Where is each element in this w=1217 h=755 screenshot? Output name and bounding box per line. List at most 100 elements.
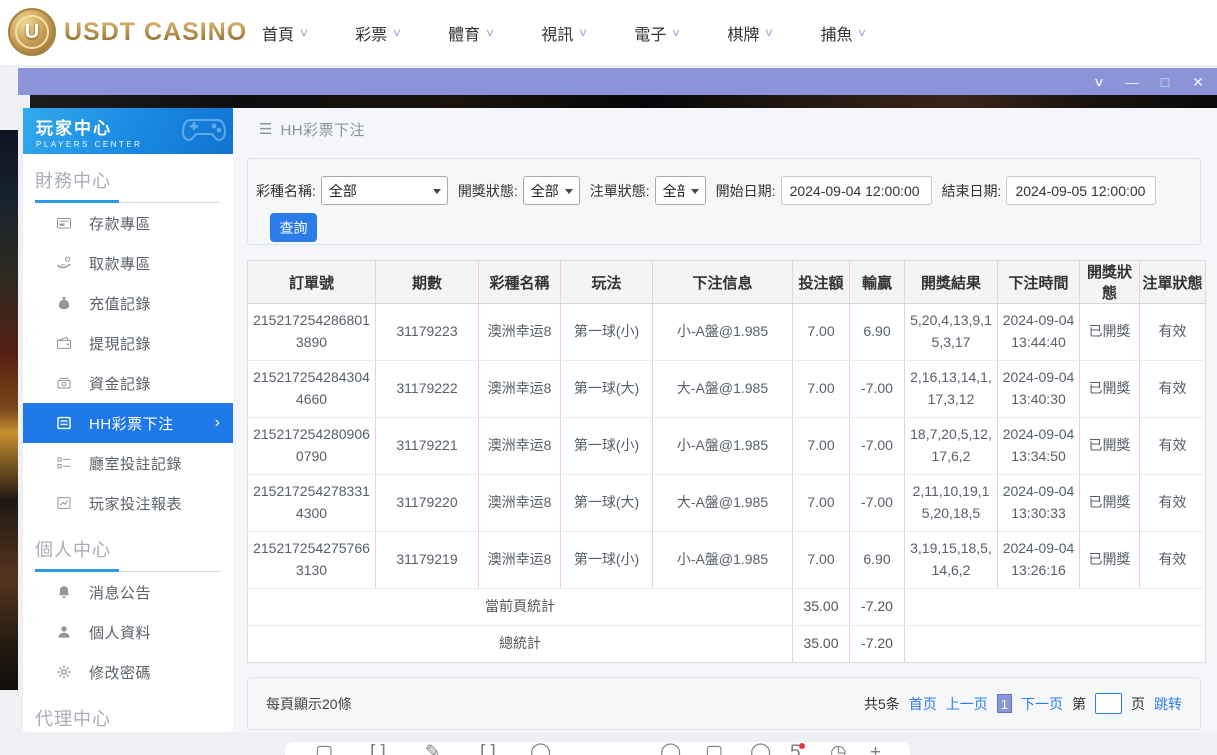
column-header: 下注時間 (998, 261, 1080, 304)
column-header: 下注信息 (653, 261, 793, 304)
order-status-select[interactable]: 全部 (655, 176, 706, 205)
page: U USDT CASINO 首頁∨彩票∨體育∨視訊∨電子∨棋牌∨捕魚∨ ∨ — … (0, 0, 1217, 755)
player-center-window: ∨ — □ ✕ 玩家中心 PLAYERS CENTER 財務中心存款專區取款專區… (18, 68, 1217, 732)
summary-label: 總統計 (248, 626, 793, 663)
table-row: 215217254284304466031179222澳洲幸运8第一球(大)大-… (248, 361, 1206, 418)
chevron-down-icon: ∨ (764, 26, 774, 39)
nav-item-label: 體育 (448, 21, 480, 45)
table-cell: 7.00 (793, 475, 850, 532)
filter-group-draw-status-select: 開獎狀態:全部 (458, 176, 580, 205)
section-label-agent-center[interactable]: 代理中心 (23, 692, 233, 732)
minimize-icon[interactable]: — (1125, 75, 1139, 89)
table-cell: 6.90 (850, 304, 905, 361)
table-cell: 已開獎 (1080, 361, 1140, 418)
table-cell: 31179221 (376, 418, 479, 475)
search-button[interactable]: 查詢 (270, 213, 317, 242)
breadcrumb: ☰ HH彩票下注 (247, 108, 1201, 150)
hamburger-menu-icon[interactable]: ☰ (259, 120, 272, 138)
sidebar-item-messages[interactable]: 消息公告 (23, 572, 233, 612)
column-header: 投注額 (793, 261, 850, 304)
lottery-name-select[interactable]: 全部 (321, 176, 448, 205)
sidebar-item-player-bet-report[interactable]: 玩家投注報表 (23, 483, 233, 523)
table-cell: -7.00 (850, 475, 905, 532)
sidebar-item-label: HH彩票下注 (89, 413, 174, 434)
next-page-link[interactable]: 下一页 (1021, 694, 1063, 714)
summary-win-total: -7.20 (850, 589, 905, 626)
sidebar-item-label: 存款專區 (89, 213, 151, 234)
nav-item-fishing[interactable]: 捕魚∨ (820, 21, 866, 45)
end-date-input[interactable] (1006, 176, 1156, 205)
table-cell: 澳洲幸运8 (479, 532, 561, 589)
logo-icon: U (8, 8, 56, 56)
window-icon[interactable]: ▢ (315, 740, 333, 755)
window-icon[interactable]: ▢ (705, 740, 723, 755)
sidebar-item-label: 資金記錄 (89, 373, 151, 394)
sidebar-item-change-password[interactable]: 修改密碼 (23, 652, 233, 692)
sidebar-item-profile[interactable]: 個人資料 (23, 612, 233, 652)
page-title: HH彩票下注 (280, 119, 365, 140)
table-cell: 31179222 (376, 361, 479, 418)
window-titlebar[interactable]: ∨ — □ ✕ (18, 68, 1217, 95)
page-size-label: 每頁顯示20條 (266, 694, 352, 714)
table-cell: 已開獎 (1080, 304, 1140, 361)
close-icon[interactable]: ✕ (1191, 75, 1205, 89)
sidebar-sections: 財務中心存款專區取款專區充值記錄提現記錄資金記錄 HH彩票下注›廳室投註記錄玩家投… (23, 154, 233, 732)
start-date-input[interactable] (781, 176, 932, 205)
deposit-icon (56, 215, 73, 232)
table-cell: 已開獎 (1080, 418, 1140, 475)
edit-icon[interactable]: ✎ (425, 740, 441, 755)
window-banner-image (30, 95, 1217, 108)
site-logo[interactable]: U USDT CASINO (8, 8, 247, 56)
nav-item-home[interactable]: 首頁∨ (262, 21, 308, 45)
sidebar-item-withdraw-zone[interactable]: 取款專區 (23, 243, 233, 283)
section-label-finance-center[interactable]: 財務中心 (23, 154, 233, 200)
table-cell: -7.00 (850, 361, 905, 418)
jump-button[interactable]: 跳转 (1154, 694, 1182, 714)
nav-item-lottery[interactable]: 彩票∨ (355, 21, 401, 45)
plus-icon[interactable]: + (870, 740, 881, 755)
brackets-icon[interactable]: [ ] (480, 740, 496, 755)
nav-item-sports[interactable]: 體育∨ (448, 21, 494, 45)
sidebar-item-deposit-zone[interactable]: 存款專區 (23, 203, 233, 243)
nav-item-label: 視訊 (541, 21, 573, 45)
circle-icon[interactable]: ◯ (750, 740, 771, 755)
sidebar-item-hh-lottery-bets[interactable]: HH彩票下注› (23, 403, 233, 443)
current-page-badge[interactable]: 1 (997, 694, 1012, 713)
first-page-link[interactable]: 首页 (909, 694, 937, 714)
brackets-icon[interactable]: [ ] (370, 740, 386, 755)
table-cell: 2024-09-04 13:40:30 (998, 361, 1080, 418)
page-jump-input[interactable] (1095, 693, 1122, 714)
sidebar-item-withdrawal-records[interactable]: 提現記錄 (23, 323, 233, 363)
nav-item-electronic[interactable]: 電子∨ (634, 21, 680, 45)
collapse-icon[interactable]: ∨ (1089, 76, 1109, 88)
sidebar-item-funds-records[interactable]: 資金記錄 (23, 363, 233, 403)
filter-label: 結束日期: (942, 181, 1002, 201)
notification-dot (799, 743, 805, 749)
prev-page-link[interactable]: 上一页 (946, 694, 988, 714)
nav-item-label: 棋牌 (727, 21, 759, 45)
summary-empty (905, 626, 1206, 663)
nav-item-chess[interactable]: 棋牌 ∨ (727, 21, 773, 45)
user-circle-icon[interactable]: ◯ (530, 740, 551, 755)
bet-records-table: 訂單號期數彩種名稱玩法下注信息投注額輸贏開獎結果下注時間開獎狀態注單狀態2152… (247, 260, 1206, 663)
table-cell: 澳洲幸运8 (479, 361, 561, 418)
sidebar-item-label: 取款專區 (89, 253, 151, 274)
sidebar-item-hall-bet-records[interactable]: 廳室投註記錄 (23, 443, 233, 483)
table-cell: 31179219 (376, 532, 479, 589)
nav-item-video[interactable]: 視訊∨ (541, 21, 587, 45)
table-cell: 2024-09-04 13:30:33 (998, 475, 1080, 532)
section-label-personal-center[interactable]: 個人中心 (23, 523, 233, 569)
window-controls: ∨ — □ ✕ (1092, 68, 1205, 95)
sidebar-item-recharge-records[interactable]: 充值記錄 (23, 283, 233, 323)
filter-label: 開始日期: (716, 181, 776, 201)
badge-5-icon[interactable]: 5 (790, 740, 801, 755)
table-cell: 2152172542868013890 (248, 304, 376, 361)
clock-icon[interactable]: ◷ (830, 740, 847, 755)
maximize-icon[interactable]: □ (1158, 75, 1172, 89)
profile-icon (56, 624, 73, 641)
draw-status-select[interactable]: 全部 (523, 176, 580, 205)
table-cell: 2152172542783314300 (248, 475, 376, 532)
table-cell: 第一球(大) (561, 361, 653, 418)
circle-icon[interactable]: ◯ (660, 740, 681, 755)
lottery-icon (56, 415, 73, 432)
